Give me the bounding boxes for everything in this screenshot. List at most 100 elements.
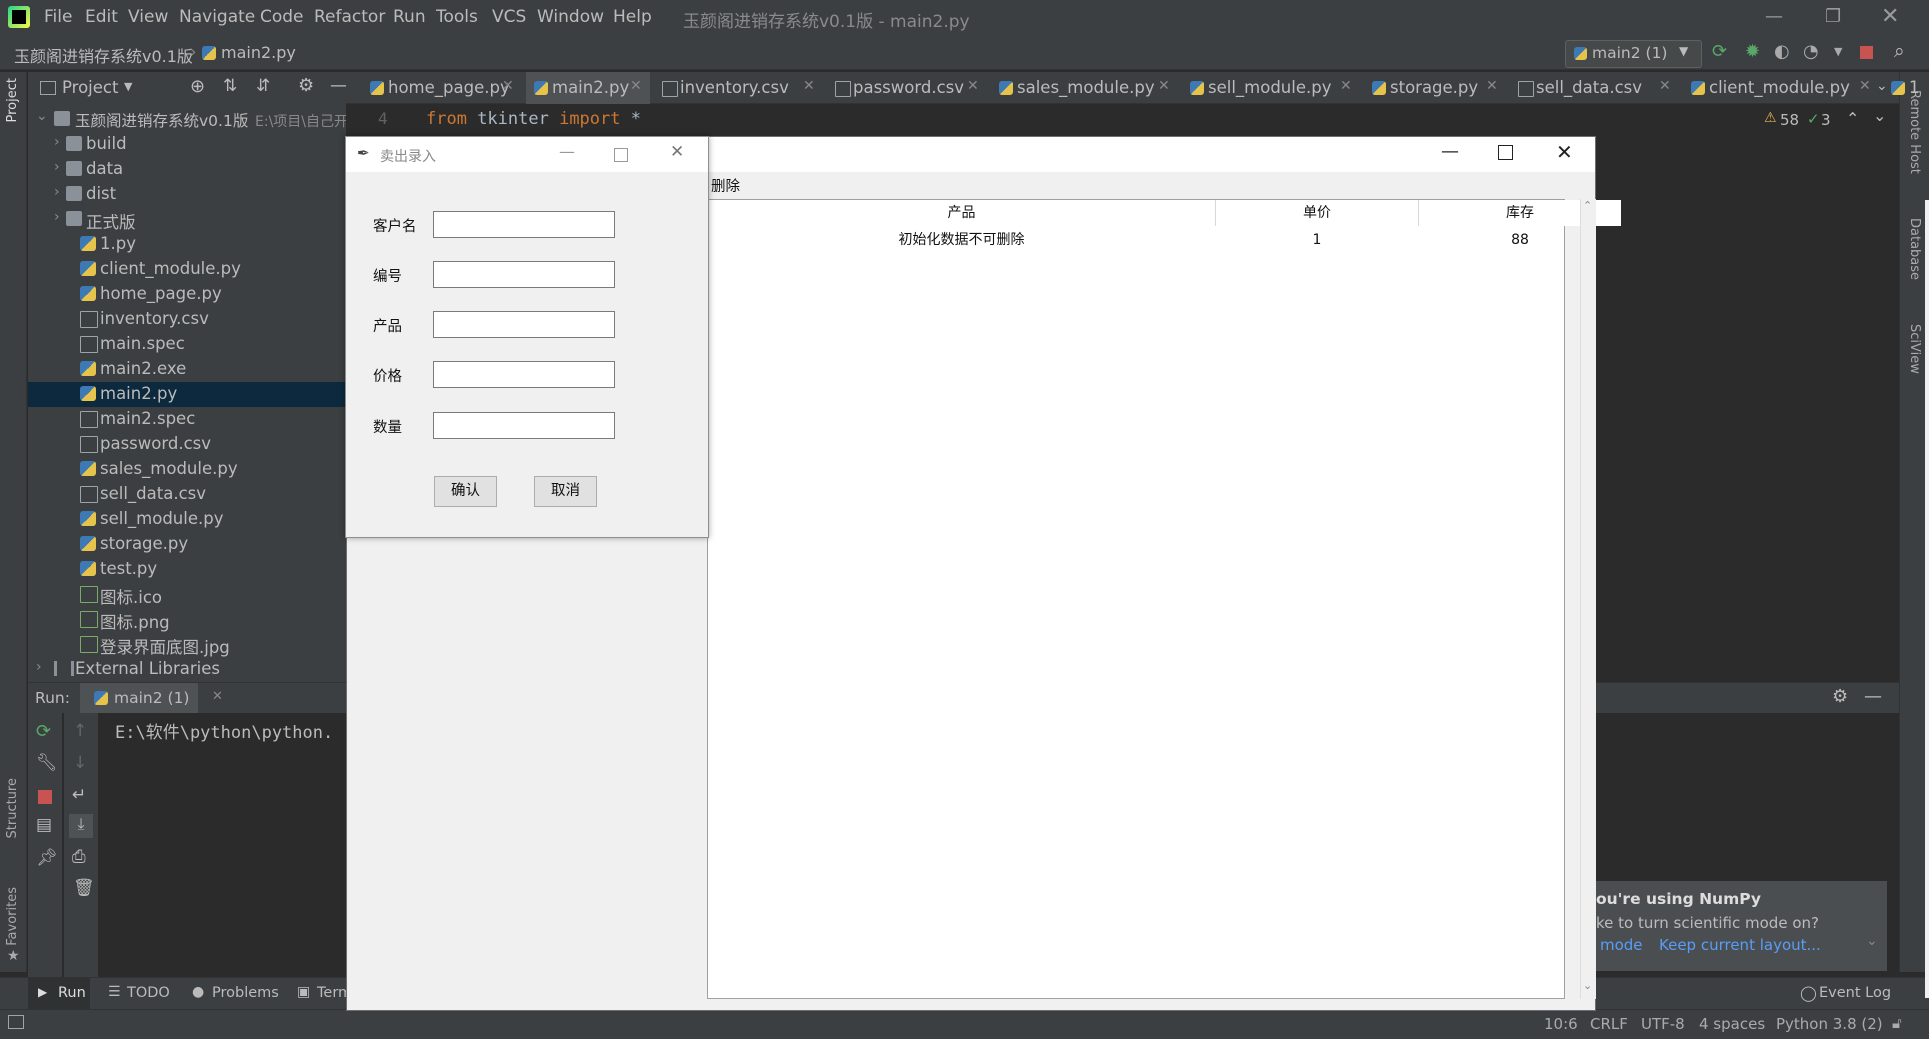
chevron-right-icon[interactable]: › xyxy=(54,184,60,200)
maximize-icon[interactable] xyxy=(1498,145,1513,160)
project-view-select[interactable]: Project xyxy=(62,78,118,97)
trash-icon[interactable]: 🗑︎ xyxy=(73,878,95,898)
menu-refactor[interactable]: Refactor xyxy=(314,7,385,27)
tree-item[interactable]: storage.py xyxy=(28,532,346,557)
coverage-icon[interactable]: ◐ xyxy=(1774,41,1790,62)
tree-item[interactable]: main2.spec xyxy=(28,407,346,432)
run-tool-button[interactable]: ▶ Run xyxy=(28,978,90,1010)
warning-count[interactable]: 58 xyxy=(1780,111,1799,129)
caret-position[interactable]: 10:6 xyxy=(1544,1015,1578,1033)
id-input[interactable] xyxy=(433,261,615,288)
menu-tools[interactable]: Tools xyxy=(436,7,478,27)
scroll-to-end-icon[interactable]: ⤓ xyxy=(69,814,93,838)
wrench-icon[interactable]: 🔧︎ xyxy=(36,753,58,773)
database-tool-label[interactable]: Database xyxy=(1907,218,1922,280)
editor-tab[interactable]: password.csv ✕ xyxy=(827,72,987,104)
tree-external-libraries[interactable]: › External Libraries xyxy=(28,657,346,682)
editor-tab[interactable]: main2.py ✕ xyxy=(526,72,650,107)
tree-item[interactable]: client_module.py xyxy=(28,257,346,282)
scroll-down-icon[interactable]: ⌄ xyxy=(1583,979,1592,992)
hide-panel-icon[interactable]: — xyxy=(1864,686,1882,707)
pin-icon[interactable]: 📌︎ xyxy=(36,848,58,868)
menu-help[interactable]: Help xyxy=(613,7,652,27)
close-icon[interactable]: ✕ xyxy=(1158,78,1170,94)
run-config-select[interactable]: main2 (1) ▼ xyxy=(1565,40,1702,68)
menu-run[interactable]: Run xyxy=(393,7,426,27)
tree-item[interactable]: sales_module.py xyxy=(28,457,346,482)
chevron-right-icon[interactable]: › xyxy=(54,159,60,175)
rerun-icon[interactable]: ⟳ xyxy=(1712,41,1727,62)
tree-item[interactable]: test.py xyxy=(28,557,346,582)
gear-icon[interactable]: ⚙ xyxy=(1832,686,1848,707)
chevron-down-icon[interactable]: ⌄ xyxy=(1873,106,1886,125)
chevron-right-icon[interactable]: › xyxy=(54,134,60,150)
close-icon[interactable]: ✕ xyxy=(630,78,642,94)
editor-tab[interactable]: inventory.csv ✕ xyxy=(654,72,823,104)
chevron-down-icon[interactable]: ▼ xyxy=(124,80,132,93)
breadcrumb-project[interactable]: 玉颜阁进销存系统v0.1版 xyxy=(14,43,193,67)
product-input[interactable] xyxy=(433,311,615,338)
stop-icon[interactable] xyxy=(1860,46,1873,59)
editor-tab[interactable]: 1 xyxy=(1883,72,1929,104)
chevron-up-icon[interactable]: ⌃ xyxy=(1846,109,1859,128)
close-icon[interactable]: ✕ xyxy=(212,689,223,704)
close-icon[interactable]: ✕ xyxy=(1556,140,1573,164)
todo-tool-button[interactable]: TODO xyxy=(127,985,170,1001)
confirm-button[interactable]: 确认 xyxy=(434,476,497,507)
editor-tab[interactable]: home_page.py ✕ xyxy=(362,72,522,104)
minimize-icon[interactable]: — xyxy=(1765,6,1783,27)
tabs-overflow-icon[interactable]: ⌄ xyxy=(1876,78,1888,94)
vertical-scrollbar[interactable]: ⌃ ⌄ xyxy=(1580,199,1596,999)
project-tool-label[interactable]: Project xyxy=(5,78,20,122)
editor-tab[interactable]: storage.py ✕ xyxy=(1364,72,1506,104)
tree-item[interactable]: 图标.png xyxy=(28,607,346,632)
tree-item[interactable]: inventory.csv xyxy=(28,307,346,332)
gear-icon[interactable]: ⚙ xyxy=(298,75,314,96)
tree-item[interactable]: › build xyxy=(28,132,346,157)
editor-tab[interactable]: sell_module.py ✕ xyxy=(1182,72,1360,104)
tree-item[interactable]: main.spec xyxy=(28,332,346,357)
tree-item[interactable]: home_page.py xyxy=(28,282,346,307)
layout-icon[interactable]: ▤ xyxy=(36,815,52,835)
breadcrumb-file[interactable]: main2.py xyxy=(221,43,296,62)
tree-item[interactable]: › 正式版 xyxy=(28,207,346,232)
tree-item[interactable]: › dist xyxy=(28,182,346,207)
customer-name-input[interactable] xyxy=(433,211,615,238)
indent-setting[interactable]: 4 spaces xyxy=(1699,1015,1765,1033)
soft-wrap-icon[interactable]: ↵ xyxy=(72,785,86,805)
menu-vcs[interactable]: VCS xyxy=(492,7,526,27)
arrow-up-icon[interactable]: ↑ xyxy=(73,721,87,741)
event-log-button[interactable]: Event Log xyxy=(1819,985,1891,1001)
menu-edit[interactable]: Edit xyxy=(85,7,118,27)
sciview-tool-label[interactable]: SciView xyxy=(1907,324,1922,374)
run-tab[interactable]: main2 (1) ✕ xyxy=(80,683,223,717)
tree-item[interactable]: main2.py xyxy=(28,382,346,407)
restore-icon[interactable]: ❐ xyxy=(1825,6,1841,27)
editor-tab[interactable]: sell_data.csv ✕ xyxy=(1510,72,1679,104)
lock-icon[interactable]: 🔓︎ xyxy=(1892,1014,1902,1032)
tree-root[interactable]: ⌄ 玉颜阁进销存系统v0.1版 E:\项目\自己开 xyxy=(28,107,346,132)
tree-item[interactable]: sell_data.csv xyxy=(28,482,346,507)
problems-tool-button[interactable]: Problems xyxy=(212,985,279,1001)
file-encoding[interactable]: UTF-8 xyxy=(1641,1015,1685,1033)
close-icon[interactable]: ✕ xyxy=(502,78,514,94)
tree-item[interactable]: password.csv xyxy=(28,432,346,457)
close-icon[interactable]: ✕ xyxy=(1340,78,1352,94)
tree-item[interactable]: 1.py xyxy=(28,232,346,257)
column-header-product[interactable]: 产品 xyxy=(708,200,1216,226)
print-icon[interactable]: ⎙ xyxy=(72,847,86,867)
quantity-input[interactable] xyxy=(433,412,615,439)
chevron-down-icon[interactable]: ▼ xyxy=(1834,45,1842,58)
layout-toggle-icon[interactable] xyxy=(8,1015,24,1029)
keep-layout-link[interactable]: Keep current layout... xyxy=(1659,936,1821,954)
vertical-scrollbar[interactable] xyxy=(1925,200,1929,998)
close-icon[interactable]: ✕ xyxy=(967,78,979,94)
tree-item[interactable]: sell_module.py xyxy=(28,507,346,532)
editor-tab[interactable]: client_module.py ✕ xyxy=(1683,72,1879,104)
rerun-icon[interactable]: ⟳ xyxy=(36,721,51,742)
menu-view[interactable]: View xyxy=(128,7,168,27)
tree-item[interactable]: main2.exe xyxy=(28,357,346,382)
chevron-down-icon[interactable]: ⌄ xyxy=(1866,933,1878,949)
locate-icon[interactable]: ⊕ xyxy=(190,76,205,97)
close-icon[interactable]: ✕ xyxy=(1659,78,1671,94)
